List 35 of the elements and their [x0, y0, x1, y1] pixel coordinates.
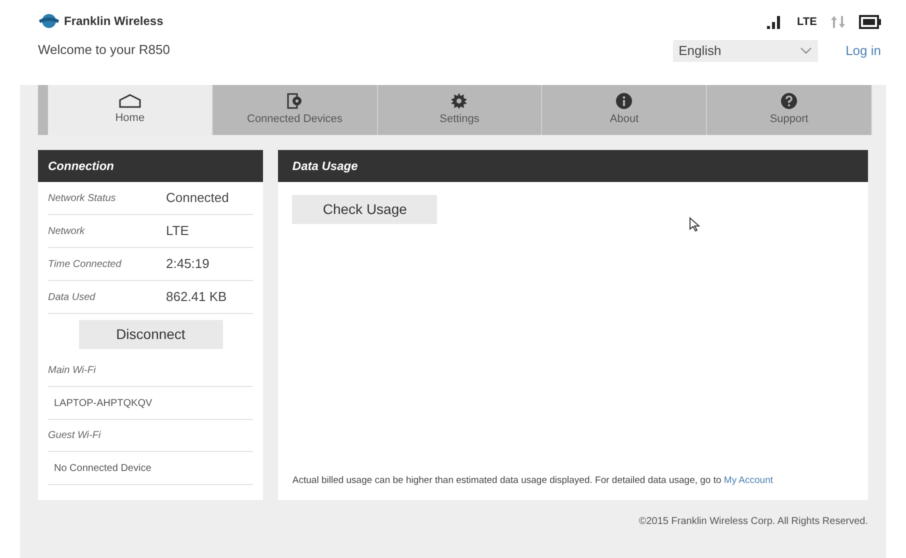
- field-label: Network Status: [48, 192, 117, 206]
- field-value: 2:45:19: [166, 255, 210, 274]
- network-type: LTE: [797, 15, 817, 30]
- help-icon: [781, 92, 798, 109]
- language-dropdown[interactable]: English: [672, 40, 818, 62]
- device-name: LAPTOP-AHPTQKQV: [54, 396, 152, 410]
- brand-name: Franklin Wireless: [64, 13, 164, 30]
- usage-note: Actual billed usage can be higher than estimated data usage displayed. For detailed data usage, go to My Account: [291, 474, 774, 488]
- my-account-link[interactable]: My Account: [724, 475, 774, 486]
- home-icon: [118, 94, 141, 108]
- chevron-down-icon: [800, 47, 812, 54]
- check-usage-button[interactable]: Check Usage: [292, 195, 438, 224]
- globe-logo-icon: [38, 13, 60, 29]
- field-label: Network: [48, 224, 86, 238]
- phone-icon: [286, 92, 303, 109]
- field-label: Data Used: [48, 290, 96, 304]
- panel-header: Connection: [38, 150, 264, 182]
- panel-header: Data Usage: [278, 150, 868, 182]
- login-link[interactable]: Log in: [846, 40, 881, 60]
- welcome-text: Welcome to your R850: [38, 41, 170, 59]
- field-value: LTE: [166, 222, 189, 240]
- wifi-label: Guest Wi-Fi: [48, 429, 101, 443]
- device-name: No Connected Device: [54, 462, 152, 476]
- info-icon: [616, 92, 632, 109]
- nav-tab[interactable]: Home: [48, 85, 213, 135]
- battery-icon: [859, 15, 881, 30]
- copyright-text: ©2015 Franklin Wireless Corp. All Rights Reserved.: [638, 515, 868, 529]
- disconnect-button[interactable]: Disconnect: [78, 320, 223, 349]
- field-value: 862.41 KB: [166, 288, 227, 306]
- field-value: Connected: [166, 189, 229, 208]
- field-label: Time Connected: [48, 258, 122, 272]
- pointer-icon: [689, 217, 700, 232]
- settings-icon: [451, 92, 468, 109]
- wifi-label: Main Wi-Fi: [48, 364, 96, 378]
- up-down-arrows-icon: [831, 16, 845, 28]
